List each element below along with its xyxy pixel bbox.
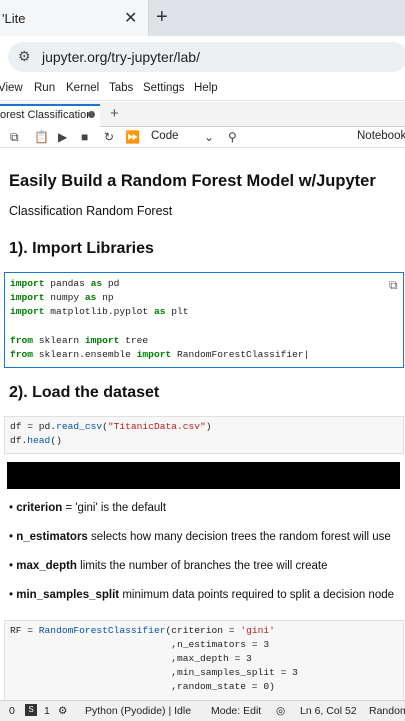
- code-line: import numpy as np: [10, 292, 114, 303]
- bullet-criterion: • criterion = 'gini' is the default: [9, 502, 167, 514]
- status-count-b[interactable]: 1: [44, 705, 50, 717]
- kernel-status[interactable]: Python (Pyodide) | Idle: [85, 705, 191, 717]
- code-line: RF = RandomForestClassifier(criterion = …: [10, 625, 275, 636]
- output-redacted: [7, 462, 400, 489]
- restart-icon[interactable]: ↻: [104, 130, 114, 144]
- url-text[interactable]: jupyter.org/try-jupyter/lab/: [42, 49, 200, 65]
- code-line: from sklearn.ensemble import RandomFores…: [10, 349, 310, 360]
- code-line: ,n_estimators = 3: [10, 639, 270, 650]
- kernel-label[interactable]: Notebook: [357, 130, 405, 142]
- editor-mode[interactable]: Mode: Edit: [211, 705, 261, 717]
- menu-help[interactable]: Help: [194, 82, 218, 94]
- fast-forward-icon[interactable]: ⏩: [125, 130, 140, 144]
- terminal-icon[interactable]: S: [25, 704, 37, 716]
- add-tab-button[interactable]: +: [110, 105, 119, 122]
- menu-view[interactable]: View: [0, 82, 23, 94]
- bullet-n-estimators: • n_estimators selects how many decision…: [9, 531, 391, 543]
- menu-settings[interactable]: Settings: [143, 82, 185, 94]
- cursor-position[interactable]: Ln 6, Col 52: [300, 705, 357, 717]
- bullet-min-samples-split: • min_samples_split minimum data points …: [9, 589, 395, 601]
- copy-cell-icon[interactable]: ⧉: [389, 278, 398, 293]
- page-title: Easily Build a Random Forest Model w/Jup…: [9, 172, 376, 190]
- bug-icon[interactable]: ⚲: [228, 130, 237, 144]
- site-settings-icon[interactable]: ⚙: [18, 48, 31, 65]
- stop-icon[interactable]: ■: [81, 130, 88, 144]
- code-line: import pandas as pd: [10, 278, 120, 289]
- section-heading-imports: 1). Import Libraries: [9, 240, 154, 257]
- close-icon[interactable]: ✕: [124, 8, 137, 28]
- code-line: ,random_state = 0): [10, 681, 275, 692]
- unsaved-dot-icon[interactable]: [88, 111, 95, 118]
- code-line: from sklearn import tree: [10, 335, 149, 346]
- paste-icon[interactable]: 📋: [34, 130, 49, 144]
- chevron-down-icon[interactable]: ⌄: [204, 130, 214, 144]
- shield-icon[interactable]: ◎: [276, 705, 285, 717]
- menu-run[interactable]: Run: [34, 82, 55, 94]
- subtitle: Classification Random Forest: [9, 204, 173, 218]
- new-tab-button[interactable]: +: [156, 6, 168, 29]
- section-heading-load: 2). Load the dataset: [9, 384, 160, 401]
- status-count-a[interactable]: 0: [9, 705, 15, 717]
- code-line: df.head(): [10, 435, 62, 446]
- bullet-max-depth: • max_depth limits the number of branche…: [9, 560, 328, 572]
- notebook-tab-title[interactable]: orest Classification: [0, 109, 92, 121]
- cell-type-select[interactable]: Code: [151, 130, 179, 142]
- code-line: ,max_depth = 3: [10, 653, 252, 664]
- code-line: ,min_samples_split = 3: [10, 667, 298, 678]
- menu-tabs[interactable]: Tabs: [109, 82, 133, 94]
- kernel-status-icon[interactable]: ⚙: [58, 705, 67, 717]
- code-line: import matplotlib.pyplot as plt: [10, 306, 189, 317]
- run-icon[interactable]: ▶: [58, 130, 67, 144]
- menu-kernel[interactable]: Kernel: [66, 82, 99, 94]
- copy-icon[interactable]: ⧉: [10, 130, 19, 145]
- code-line: df = pd.read_csv("TitanicData.csv"): [10, 421, 212, 432]
- file-name[interactable]: Random: [369, 705, 405, 717]
- browser-tab-title[interactable]: 'Lite: [2, 11, 25, 26]
